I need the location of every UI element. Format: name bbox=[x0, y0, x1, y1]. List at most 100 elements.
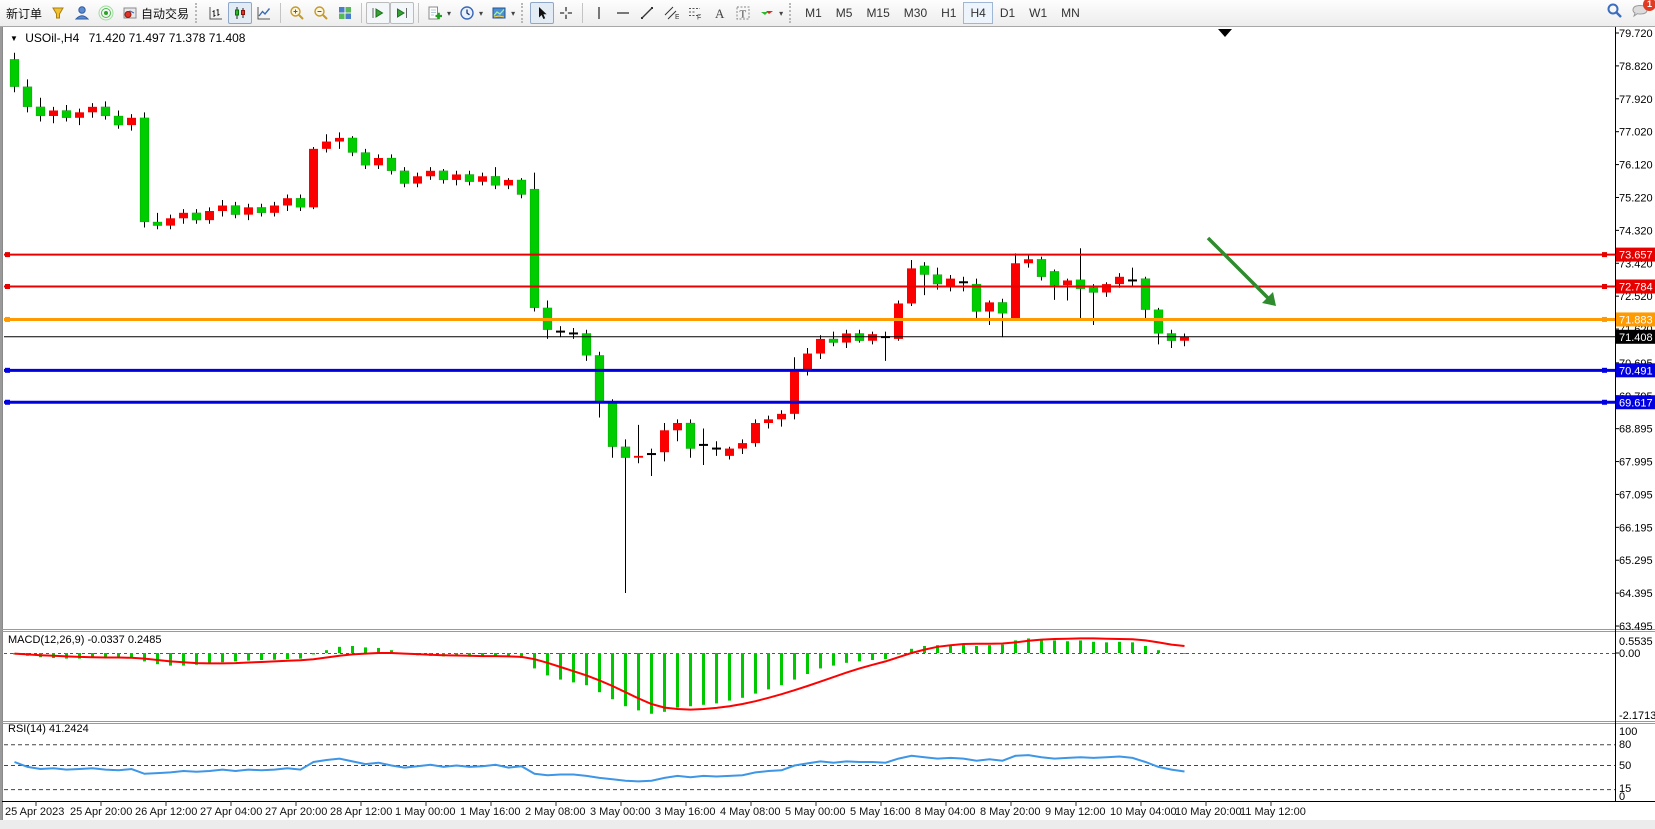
price-line-label: 73.657 bbox=[1616, 248, 1655, 262]
svg-text:73.657: 73.657 bbox=[1619, 250, 1653, 262]
shapes-icon bbox=[759, 5, 775, 21]
svg-text:2 May 08:00: 2 May 08:00 bbox=[525, 806, 586, 818]
shapes-tool[interactable]: ▾ bbox=[755, 2, 787, 24]
svg-text:67.095: 67.095 bbox=[1619, 489, 1653, 501]
notification-badge: 1 bbox=[1643, 0, 1655, 11]
svg-text:64.395: 64.395 bbox=[1619, 588, 1653, 600]
svg-text:F: F bbox=[697, 15, 701, 22]
chart-shift-button[interactable] bbox=[390, 2, 414, 24]
svg-text:72.784: 72.784 bbox=[1619, 282, 1653, 294]
candlestick-chart-button[interactable] bbox=[228, 2, 252, 24]
search-icon[interactable] bbox=[1606, 2, 1623, 19]
crosshair-button[interactable] bbox=[554, 2, 578, 24]
template-button[interactable]: ▾ bbox=[487, 2, 519, 24]
chart-canvas[interactable]: 79.72078.82077.92077.02076.12075.22074.3… bbox=[2, 27, 1655, 829]
crosshair-icon bbox=[558, 5, 574, 21]
rsi-label: RSI(14) 41.2424 bbox=[8, 723, 89, 735]
timeframe-mn[interactable]: MN bbox=[1054, 2, 1087, 24]
new-chart-button[interactable]: ▾ bbox=[423, 2, 455, 24]
zoom-out-button[interactable] bbox=[309, 2, 333, 24]
line-chart-icon bbox=[256, 5, 272, 21]
chart-window: 79.72078.82077.92077.02076.12075.22074.3… bbox=[0, 27, 1655, 820]
svg-text:100: 100 bbox=[1619, 726, 1637, 738]
tile-windows-button[interactable] bbox=[333, 2, 357, 24]
svg-text:4 May 08:00: 4 May 08:00 bbox=[720, 806, 781, 818]
autotrade-label: 自动交易 bbox=[141, 5, 189, 22]
new-chart-icon bbox=[427, 5, 443, 21]
zoom-in-button[interactable] bbox=[285, 2, 309, 24]
timeframe-m5[interactable]: M5 bbox=[829, 2, 860, 24]
signals-button[interactable] bbox=[94, 2, 118, 24]
toolbar-separator bbox=[418, 3, 419, 23]
svg-text:A: A bbox=[715, 6, 725, 21]
channel-tool[interactable]: E bbox=[659, 2, 683, 24]
timeframe-m15[interactable]: M15 bbox=[859, 2, 896, 24]
bar-chart-button[interactable] bbox=[204, 2, 228, 24]
notifications-button[interactable]: 1 bbox=[1631, 3, 1649, 19]
chevron-down-icon[interactable]: ▼ bbox=[10, 34, 18, 43]
ohlc-open: 71.420 bbox=[89, 31, 126, 45]
svg-text:27 Apr 20:00: 27 Apr 20:00 bbox=[265, 806, 327, 818]
fibonacci-tool[interactable]: F bbox=[683, 2, 707, 24]
svg-text:71.883: 71.883 bbox=[1619, 314, 1653, 326]
toolbar-grip[interactable] bbox=[789, 3, 794, 23]
timeframe-h1[interactable]: H1 bbox=[934, 2, 963, 24]
macd-label: MACD(12,26,9) -0.0337 0.2485 bbox=[8, 634, 162, 646]
bar-chart-icon bbox=[208, 5, 224, 21]
svg-text:78.820: 78.820 bbox=[1619, 61, 1653, 73]
svg-text:77.920: 77.920 bbox=[1619, 94, 1653, 106]
price-line-label: 72.784 bbox=[1616, 280, 1655, 294]
candlestick-chart-icon bbox=[232, 5, 248, 21]
svg-text:76.120: 76.120 bbox=[1619, 160, 1653, 172]
line-chart-button[interactable] bbox=[252, 2, 276, 24]
svg-text:69.617: 69.617 bbox=[1619, 397, 1653, 409]
trendline-icon bbox=[639, 5, 655, 21]
template-icon bbox=[491, 5, 507, 21]
cursor-button[interactable] bbox=[530, 2, 554, 24]
vertical-line-tool[interactable] bbox=[587, 2, 611, 24]
svg-text:5 May 00:00: 5 May 00:00 bbox=[785, 806, 846, 818]
svg-text:T: T bbox=[740, 9, 747, 21]
timeframe-w1[interactable]: W1 bbox=[1022, 2, 1054, 24]
horizontal-line-tool[interactable] bbox=[611, 2, 635, 24]
timeframe-m30[interactable]: M30 bbox=[897, 2, 934, 24]
period-button[interactable]: ▾ bbox=[455, 2, 487, 24]
text-tool[interactable]: A bbox=[707, 2, 731, 24]
svg-text:11 May 12:00: 11 May 12:00 bbox=[1240, 806, 1306, 818]
svg-text:0: 0 bbox=[1619, 791, 1625, 803]
text-label-icon: T bbox=[735, 5, 751, 21]
svg-text:77.020: 77.020 bbox=[1619, 127, 1653, 139]
svg-text:10 May 20:00: 10 May 20:00 bbox=[1175, 806, 1242, 818]
history-funnel-icon bbox=[50, 5, 66, 21]
profile-button[interactable] bbox=[70, 2, 94, 24]
svg-text:28 Apr 12:00: 28 Apr 12:00 bbox=[330, 806, 392, 818]
svg-text:50: 50 bbox=[1619, 760, 1631, 772]
text-icon: A bbox=[711, 5, 727, 21]
toolbar-grip[interactable] bbox=[521, 3, 526, 23]
auto-scroll-icon bbox=[370, 5, 386, 21]
profile-icon bbox=[74, 5, 90, 21]
history-center-button[interactable] bbox=[46, 2, 70, 24]
svg-text:26 Apr 12:00: 26 Apr 12:00 bbox=[135, 806, 197, 818]
timeframe-d1[interactable]: D1 bbox=[993, 2, 1022, 24]
svg-text:1 May 00:00: 1 May 00:00 bbox=[395, 806, 456, 818]
svg-text:67.995: 67.995 bbox=[1619, 457, 1653, 469]
chart-title: ▼ USOil-,H4 71.420 71.497 71.378 71.408 bbox=[10, 31, 245, 45]
chart-shift-icon bbox=[394, 5, 410, 21]
svg-text:8 May 04:00: 8 May 04:00 bbox=[915, 806, 976, 818]
period-clock-icon bbox=[459, 5, 475, 21]
timeframe-h4[interactable]: H4 bbox=[963, 2, 992, 24]
autotrade-button[interactable]: 自动交易 bbox=[118, 2, 193, 24]
ohlc-close: 71.408 bbox=[209, 31, 246, 45]
chevron-down-icon: ▾ bbox=[447, 9, 451, 18]
toolbar-grip[interactable] bbox=[195, 3, 200, 23]
trendline-tool[interactable] bbox=[635, 2, 659, 24]
svg-text:66.195: 66.195 bbox=[1619, 522, 1653, 534]
timeframe-m1[interactable]: M1 bbox=[798, 2, 829, 24]
svg-text:80: 80 bbox=[1619, 739, 1631, 751]
svg-text:9 May 12:00: 9 May 12:00 bbox=[1045, 806, 1106, 818]
auto-scroll-button[interactable] bbox=[366, 2, 390, 24]
zoom-in-icon bbox=[289, 5, 305, 21]
text-label-tool[interactable]: T bbox=[731, 2, 755, 24]
new-order-button[interactable]: 新订单 bbox=[2, 2, 46, 24]
